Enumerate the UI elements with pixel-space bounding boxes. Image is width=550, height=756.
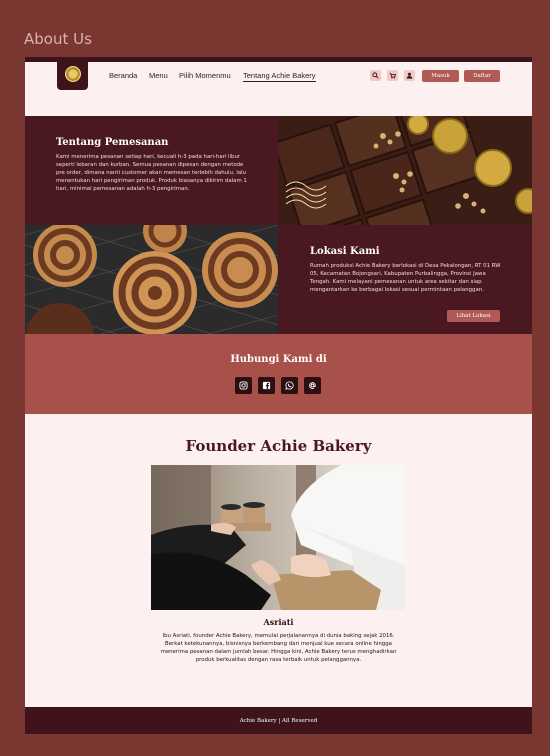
email-icon[interactable] [304, 377, 321, 394]
founder-bio: Ibu Asriati, founder Achie Bakery, memul… [160, 633, 397, 663]
founder-photo [151, 465, 405, 610]
whatsapp-icon[interactable] [281, 377, 298, 394]
website-frame: Beranda Menu Pilih Momenmu Tentang Achie… [25, 57, 532, 734]
nav-link-menu[interactable]: Menu [149, 71, 168, 80]
user-icon[interactable] [404, 70, 415, 81]
login-button[interactable]: Masuk [422, 70, 459, 82]
navbar: Beranda Menu Pilih Momenmu Tentang Achie… [25, 62, 532, 90]
page-heading: About Us [24, 30, 92, 48]
founder-heading: Founder Achie Bakery [185, 437, 372, 455]
cart-icon[interactable] [387, 70, 398, 81]
ordering-body: Kami menerima pesanan setiap hari, kecua… [56, 154, 247, 192]
location-body: Rumah produksi Achie Bakery berlokasi di… [310, 263, 501, 293]
contact-section: Hubungi Kami di [25, 334, 532, 414]
instagram-icon[interactable] [235, 377, 252, 394]
logo-badge-icon [65, 66, 81, 82]
nav-link-beranda[interactable]: Beranda [109, 71, 137, 80]
founder-name: Asriati [263, 617, 294, 627]
register-button[interactable]: Daftar [464, 70, 500, 82]
location-section: Lokasi Kami Rumah produksi Achie Bakery … [278, 225, 532, 334]
ordering-title: Tentang Pemesanan [56, 137, 169, 148]
footer: Achie Bakery | All Reserved [25, 707, 532, 734]
location-title: Lokasi Kami [310, 246, 380, 257]
nav-link-tentang[interactable]: Tentang Achie Bakery [243, 71, 316, 82]
search-icon[interactable] [370, 70, 381, 81]
ordering-section: Tentang Pemesanan Kami menerima pesanan … [25, 116, 278, 225]
chocolate-image [278, 116, 532, 225]
footer-text: Achie Bakery | All Reserved [239, 717, 318, 724]
logo[interactable] [57, 62, 88, 90]
facebook-icon[interactable] [258, 377, 275, 394]
view-location-button[interactable]: Lihat Lokasi [447, 310, 500, 322]
nav-link-pilih-momenmu[interactable]: Pilih Momenmu [179, 71, 231, 80]
contact-title: Hubungi Kami di [230, 354, 327, 365]
swirl-bread-image [25, 225, 278, 334]
